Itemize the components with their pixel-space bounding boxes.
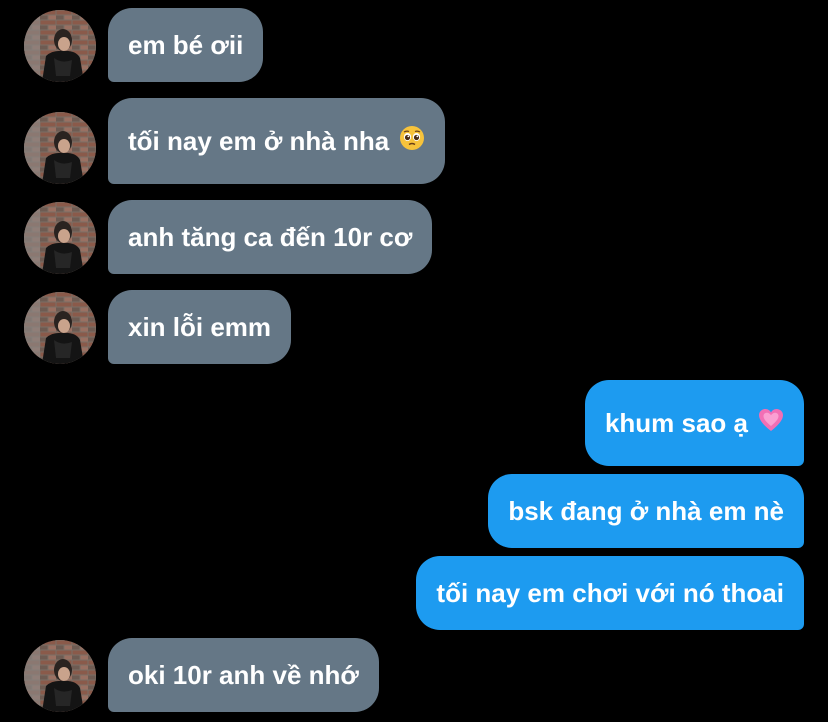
message-bubble[interactable]: em bé ơii (108, 8, 264, 82)
avatar[interactable] (24, 112, 96, 184)
message-text: tối nay em chơi với nó thoai (436, 578, 784, 608)
avatar[interactable] (24, 202, 96, 274)
avatar[interactable] (24, 292, 96, 364)
message-bubble[interactable]: xin lỗi emm (108, 290, 292, 364)
growing-heart-icon (758, 408, 784, 438)
message-text: em bé ơii (128, 30, 244, 60)
message-bubble[interactable]: tối nay em chơi với nó thoai (416, 556, 804, 630)
message-bubble[interactable]: anh tăng ca đến 10r cơ (108, 200, 433, 274)
pleading-face-icon (399, 125, 425, 157)
message-bubble[interactable]: tối nay em ở nhà nha (108, 98, 446, 184)
message-bubble[interactable]: khum sao ạ (584, 380, 804, 466)
avatar[interactable] (24, 10, 96, 82)
avatar[interactable] (24, 640, 96, 712)
message-text: xin lỗi emm (128, 312, 272, 342)
message-text: anh tăng ca đến 10r cơ (128, 222, 413, 252)
message-bubble[interactable]: oki 10r anh về nhớ (108, 638, 379, 712)
message-text: khum sao ạ (604, 408, 748, 438)
message-text: bsk đang ở nhà em nè (508, 496, 784, 526)
message-text: tối nay em ở nhà nha (128, 126, 390, 156)
message-bubble[interactable]: bsk đang ở nhà em nè (488, 474, 804, 548)
message-text: oki 10r anh về nhớ (128, 660, 359, 690)
